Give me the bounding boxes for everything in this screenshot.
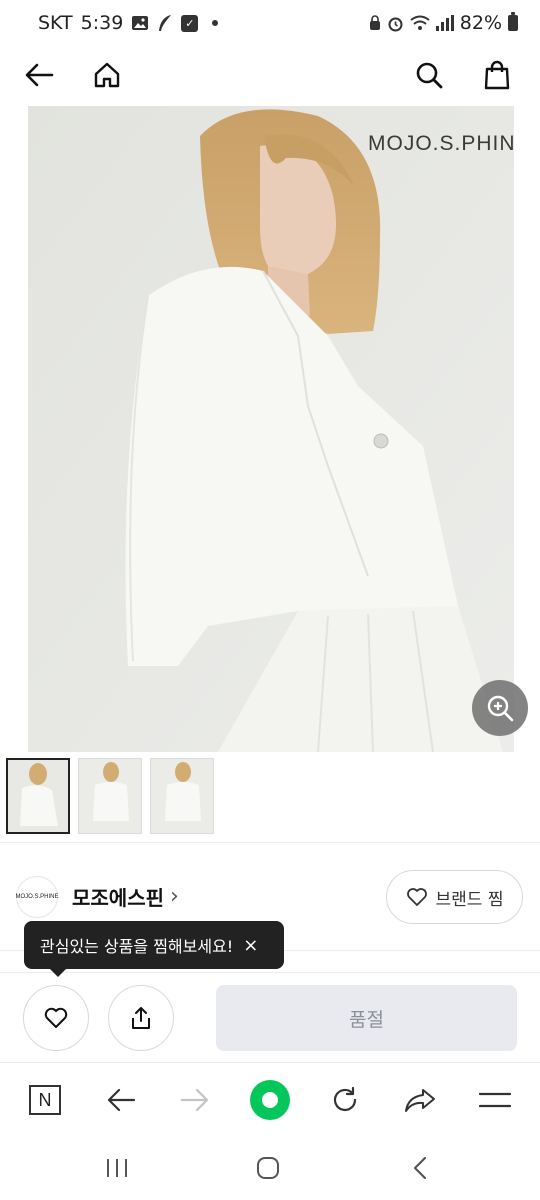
- browser-share-button[interactable]: [399, 1079, 441, 1121]
- thumbnail-image: [151, 759, 213, 833]
- back-arrow-icon: [107, 1088, 136, 1112]
- arrow-left-icon: [25, 63, 54, 87]
- naver-home-button[interactable]: N: [24, 1079, 66, 1121]
- refresh-icon: [333, 1086, 357, 1112]
- share-arrow-icon: [405, 1089, 435, 1112]
- chevron-right-icon: ›: [170, 884, 179, 909]
- brand-name: 모조에스핀: [72, 886, 164, 910]
- forward-arrow-icon: [180, 1088, 209, 1112]
- heart-icon: [44, 1007, 68, 1028]
- checkbox-icon: ✓: [181, 14, 199, 32]
- image-brand-text: MOJO.S.PHINE: [368, 132, 514, 155]
- status-right: 82%: [369, 12, 518, 34]
- browser-menu-button[interactable]: [474, 1079, 516, 1121]
- thumbnail-3[interactable]: [150, 758, 214, 834]
- heart-outline-icon: [406, 888, 427, 906]
- action-bar-divider: [0, 972, 540, 973]
- model-illustration: [28, 106, 514, 752]
- carrier-label: SKT: [38, 12, 73, 34]
- share-icon: [132, 1007, 150, 1029]
- app-header: [0, 46, 540, 104]
- recent-apps-button[interactable]: [97, 1150, 137, 1186]
- back-button[interactable]: [18, 54, 60, 96]
- home-nav-button[interactable]: [248, 1150, 288, 1186]
- section-divider: [0, 842, 540, 843]
- thumbnail-2[interactable]: [78, 758, 142, 834]
- soldout-label: 품절: [349, 1008, 384, 1031]
- brand-favorite-button[interactable]: 브랜드 찜: [386, 870, 523, 924]
- browser-toolbar: N: [0, 1062, 540, 1136]
- battery-icon: [508, 12, 518, 31]
- wifi-icon: [410, 15, 430, 31]
- brand-logo[interactable]: MOJO.S.PHINE: [15, 876, 59, 918]
- notification-dot-icon: [212, 20, 219, 26]
- menu-icon: [479, 1092, 511, 1108]
- favorite-tooltip: 관심있는 상품을 찜해보세요! ×: [24, 921, 284, 977]
- search-icon: [416, 62, 443, 89]
- brand-logo-text: MOJO.S.PHINE: [15, 894, 59, 900]
- lock-icon: [369, 15, 381, 31]
- gallery-icon: [131, 15, 149, 31]
- naver-n-label: N: [38, 1089, 52, 1110]
- home-button[interactable]: [86, 54, 128, 96]
- home-icon: [94, 62, 120, 88]
- battery-percent: 82%: [459, 12, 502, 34]
- clock-time: 5:39: [80, 12, 124, 34]
- chevron-left-icon: [413, 1156, 427, 1180]
- signal-icon: [435, 15, 454, 31]
- naver-n-icon: N: [29, 1085, 61, 1115]
- system-nav-bar: [0, 1136, 540, 1200]
- feather-icon: [157, 14, 173, 32]
- status-left: SKT 5:39 ✓: [38, 12, 219, 34]
- zoom-button[interactable]: [472, 680, 528, 736]
- green-dot-icon: [250, 1080, 290, 1120]
- brand-link[interactable]: 모조에스핀 ›: [72, 882, 179, 911]
- like-button[interactable]: [23, 985, 89, 1051]
- close-icon[interactable]: ×: [243, 935, 258, 956]
- browser-back-button[interactable]: [100, 1079, 142, 1121]
- thumbnail-image: [8, 760, 68, 832]
- brand-favorite-label: 브랜드 찜: [435, 889, 504, 910]
- refresh-button[interactable]: [324, 1079, 366, 1121]
- product-main-image[interactable]: MOJO.S.PHINE: [28, 106, 514, 752]
- browser-green-button[interactable]: [249, 1079, 291, 1121]
- cart-button[interactable]: [476, 54, 518, 96]
- back-nav-button[interactable]: [400, 1150, 440, 1186]
- shopping-bag-icon: [484, 60, 510, 90]
- tooltip-text: 관심있는 상품을 찜해보세요!: [40, 937, 234, 956]
- share-button[interactable]: [108, 985, 174, 1051]
- thumbnail-1[interactable]: [6, 758, 70, 834]
- search-button[interactable]: [408, 54, 450, 96]
- status-bar: SKT 5:39 ✓ 82%: [0, 0, 540, 46]
- alarm-icon: [387, 15, 404, 32]
- soldout-button: 품절: [216, 985, 517, 1051]
- browser-forward-button[interactable]: [174, 1079, 216, 1121]
- thumbnail-image: [79, 759, 141, 833]
- zoom-in-icon: [487, 695, 514, 722]
- home-circle-icon: [257, 1157, 279, 1179]
- recent-apps-icon: [107, 1159, 127, 1177]
- thumbnail-strip: [6, 758, 214, 834]
